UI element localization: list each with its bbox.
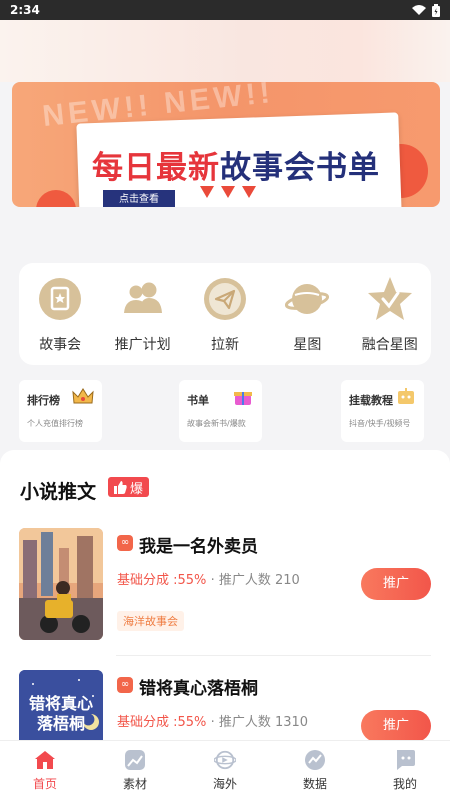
globe-plane-icon: [214, 749, 236, 771]
crown-icon: [72, 388, 94, 410]
tab-label: 海外: [212, 777, 237, 791]
banner-title-blue: 故事会书单: [220, 150, 380, 186]
promo-banner[interactable]: NEW!! NEW!! 每日最新故事会书单 点击查看: [12, 82, 440, 207]
banner-arrow-icon: [221, 186, 235, 198]
tab-overseas[interactable]: 海外: [190, 749, 260, 792]
tab-data[interactable]: 数据: [280, 749, 350, 792]
quick-nav-invite[interactable]: 拉新: [185, 274, 265, 354]
mini-cards: 排行榜 个人充值排行榜 书单 故事会新书/爆款 挂载教程 抖音/快手/视频号: [19, 380, 431, 442]
planet-icon: [282, 274, 332, 324]
mini-card-subtitle: 故事会新书/爆款: [187, 419, 246, 428]
mini-card-subtitle: 个人充值排行榜: [27, 419, 83, 428]
quick-nav-label: 推广计划: [114, 337, 171, 353]
banner-title: 每日最新故事会书单: [92, 142, 380, 187]
tutorial-card[interactable]: 挂载教程 抖音/快手/视频号: [341, 380, 424, 442]
status-time: 2:34: [10, 3, 40, 17]
book-promoter-count: · 推广人数 1310: [210, 715, 309, 730]
quick-nav-fusion-star-map[interactable]: 融合星图: [350, 274, 430, 354]
quick-nav-label: 融合星图: [361, 337, 418, 353]
tutorial-icon: [396, 388, 416, 410]
paper-plane-icon: [200, 274, 250, 324]
book-source-chip: 海洋故事会: [117, 611, 184, 631]
book-meta: 基础分成 :55% · 推广人数 210: [117, 569, 300, 588]
quick-nav-star-map[interactable]: 星图: [267, 274, 347, 354]
mini-card-subtitle: 抖音/快手/视频号: [349, 419, 411, 428]
bottom-tab-bar: 首页 素材 海外 数据 我的: [0, 740, 450, 800]
banner-arrow-icon: [200, 186, 214, 198]
chart-icon: [304, 749, 326, 771]
novel-section: 小说推文 爆 ∞ 我是一名外卖员 基础分成 :55% · 推广人数 210 海洋…: [0, 450, 450, 782]
story-book-icon: [35, 274, 85, 324]
hot-badge-label: 爆: [130, 481, 144, 497]
list-divider: [116, 655, 431, 656]
banner-title-red: 每日最新: [92, 150, 220, 186]
quick-nav-label: 故事会: [39, 337, 82, 353]
book-title: 我是一名外卖员: [139, 537, 258, 557]
people-icon: [118, 274, 168, 324]
book-meta: 基础分成 :55% · 推广人数 1310: [117, 711, 308, 730]
ranking-card[interactable]: 排行榜 个人充值排行榜: [19, 380, 102, 442]
hot-badge: 爆: [108, 477, 150, 497]
book-promoter-count: · 推广人数 210: [210, 573, 300, 588]
star-icon: [365, 274, 415, 324]
wifi-icon: [412, 4, 426, 15]
book-cover-title: 错将真心落梧桐: [28, 694, 93, 733]
tab-profile[interactable]: 我的: [370, 749, 440, 792]
quick-nav-label: 拉新: [210, 337, 239, 353]
home-icon: [34, 749, 56, 771]
book-title: 错将真心落梧桐: [139, 679, 258, 699]
promote-button[interactable]: 推广: [361, 710, 431, 742]
section-title: 小说推文: [20, 481, 97, 503]
tab-label: 首页: [32, 777, 57, 791]
tab-label: 我的: [392, 777, 417, 791]
header-background: [0, 20, 450, 82]
tab-label: 素材: [122, 777, 147, 791]
quick-nav-story[interactable]: 故事会: [20, 274, 100, 354]
book-type-icon: ∞: [117, 677, 133, 693]
gift-icon: [232, 388, 254, 410]
tab-label: 数据: [302, 777, 327, 791]
quick-nav: 故事会 推广计划 拉新 星图 融合星图: [19, 263, 431, 365]
promote-button[interactable]: 推广: [361, 568, 431, 600]
book-cover: [19, 528, 103, 640]
thumbs-up-icon: [114, 480, 127, 494]
book-item[interactable]: ∞ 我是一名外卖员 基础分成 :55% · 推广人数 210 海洋故事会 推广: [19, 528, 431, 642]
book-type-icon: ∞: [117, 535, 133, 551]
booklist-card[interactable]: 书单 故事会新书/爆款: [179, 380, 262, 442]
tab-home[interactable]: 首页: [10, 749, 80, 792]
banner-arrow-icon: [242, 186, 256, 198]
image-icon: [124, 749, 146, 771]
quick-nav-promotion-plan[interactable]: 推广计划: [103, 274, 183, 354]
banner-decoration: [36, 190, 76, 207]
book-share-rate: 基础分成 :55%: [117, 573, 207, 588]
quick-nav-label: 星图: [293, 337, 322, 353]
status-bar: 2:34: [0, 0, 450, 20]
chat-face-icon: [394, 749, 416, 771]
banner-view-button[interactable]: 点击查看: [103, 190, 175, 207]
tab-materials[interactable]: 素材: [100, 749, 170, 792]
status-icons: [412, 3, 440, 17]
battery-icon: [432, 3, 440, 17]
book-share-rate: 基础分成 :55%: [117, 715, 207, 730]
